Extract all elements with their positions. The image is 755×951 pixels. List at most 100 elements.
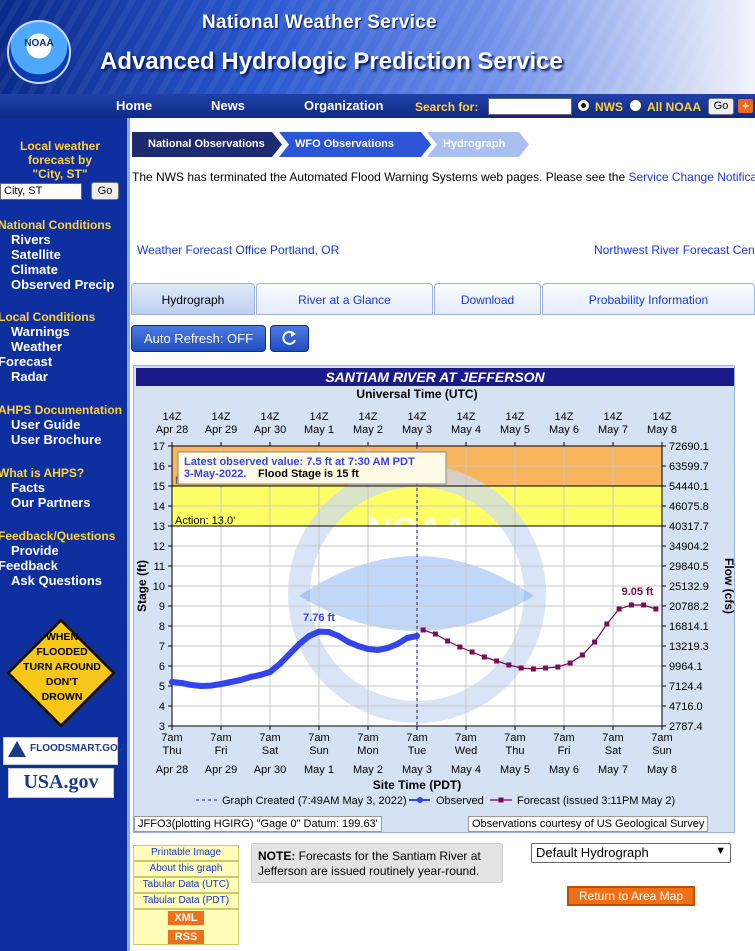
sidebar-item-rivers[interactable]: Rivers bbox=[11, 232, 51, 247]
nws-title[interactable]: National Weather Service bbox=[202, 12, 437, 34]
local-day-label: Thu bbox=[163, 745, 182, 757]
tabular-utc-link[interactable]: Tabular Data (UTC) bbox=[133, 877, 239, 893]
tab-hydrograph[interactable]: Hydrograph bbox=[131, 283, 255, 315]
floodsmart-logo[interactable]: FLOODSMART.GOV bbox=[3, 737, 124, 765]
flow-tick-label: 9964.1 bbox=[669, 661, 703, 673]
radio-nws[interactable] bbox=[577, 99, 590, 112]
sidebar-item-feedback[interactable]: Feedback bbox=[0, 558, 58, 573]
forecast-point bbox=[420, 627, 426, 633]
usagov-label: USA.gov bbox=[23, 771, 99, 793]
site-time-axis-title: Site Time (PDT) bbox=[373, 778, 461, 792]
local-time-label: 7am bbox=[602, 732, 623, 744]
service-change-link[interactable]: Service Change Notifica bbox=[628, 170, 755, 184]
chart-title: SANTIAM RIVER AT JEFFERSON bbox=[325, 369, 545, 385]
city-input[interactable]: City, ST bbox=[0, 183, 82, 200]
wfo-link[interactable]: Weather Forecast Office Portland, OR bbox=[137, 243, 339, 257]
national-conditions-title: National Conditions bbox=[0, 218, 112, 232]
sidebar-item-forecast[interactable]: Forecast bbox=[0, 354, 52, 369]
printable-image-link[interactable]: Printable Image bbox=[133, 845, 239, 861]
hydrograph-chart: SANTIAM RIVER AT JEFFERSON Universal Time… bbox=[133, 365, 736, 833]
threshold-label-action: Action: 13.0' bbox=[175, 515, 235, 527]
flow-tick-label: 29840.5 bbox=[669, 561, 709, 573]
flow-tick-label: 34904.2 bbox=[669, 541, 709, 553]
about-graph-link[interactable]: About this graph bbox=[133, 861, 239, 877]
refresh-button[interactable] bbox=[270, 325, 309, 352]
city-go-button[interactable]: Go bbox=[91, 182, 119, 200]
radio-all-noaa[interactable] bbox=[629, 99, 642, 112]
tab-probability-information[interactable]: Probability Information bbox=[542, 283, 755, 315]
observed-point bbox=[178, 680, 185, 686]
observed-point bbox=[286, 651, 293, 657]
forecast-point bbox=[494, 658, 500, 664]
plus-icon[interactable]: + bbox=[738, 99, 753, 113]
utc-date-label: May 3 bbox=[402, 424, 432, 436]
utc-tick-label: 14Z bbox=[555, 411, 574, 423]
courtesy-note: Observations courtesy of US Geological S… bbox=[468, 816, 709, 832]
forecast-point bbox=[469, 649, 475, 655]
forecast-point bbox=[432, 631, 438, 637]
sidebar-item-user-brochure[interactable]: User Brochure bbox=[11, 432, 101, 447]
flow-tick-label: 16814.1 bbox=[669, 621, 709, 633]
return-to-area-map-button[interactable]: Return to Area Map bbox=[567, 886, 695, 906]
search-input[interactable] bbox=[488, 98, 572, 115]
search-go-button[interactable]: Go bbox=[708, 98, 734, 115]
local-date-label: May 8 bbox=[647, 764, 677, 776]
sign-line: FLOODED bbox=[36, 646, 88, 658]
forecast-point bbox=[653, 606, 659, 612]
nav-home[interactable]: Home bbox=[116, 98, 152, 113]
sidebar-item-user-guide[interactable]: User Guide bbox=[11, 417, 80, 432]
hydrograph-type-select[interactable]: Default Hydrograph ▼ bbox=[531, 843, 731, 863]
sidebar-item-weather[interactable]: Weather bbox=[11, 339, 62, 354]
rss-feed-button[interactable]: RSS bbox=[168, 930, 204, 944]
utc-axis-title: Universal Time (UTC) bbox=[356, 387, 477, 401]
sidebar-item-provide[interactable]: Provide bbox=[11, 543, 59, 558]
sidebar-item-satellite[interactable]: Satellite bbox=[11, 247, 61, 262]
local-date-label: Apr 28 bbox=[156, 764, 188, 776]
local-time-label: 7am bbox=[259, 732, 280, 744]
usagov-logo[interactable]: USA.gov bbox=[8, 768, 114, 798]
feedback-title: Feedback/Questions bbox=[0, 529, 116, 543]
radio-all-noaa-label[interactable]: All NOAA bbox=[647, 100, 701, 114]
radio-nws-label[interactable]: NWS bbox=[595, 100, 623, 114]
sidebar-item-warnings[interactable]: Warnings bbox=[11, 324, 70, 339]
sidebar-item-observed-precip[interactable]: Observed Precip bbox=[11, 277, 114, 292]
breadcrumb-wfo[interactable]: WFO Observations bbox=[279, 132, 431, 157]
auto-refresh-button[interactable]: Auto Refresh: OFF bbox=[131, 325, 266, 352]
tabular-pdt-link[interactable]: Tabular Data (PDT) bbox=[133, 893, 239, 909]
ahps-title[interactable]: Advanced Hydrologic Prediction Service bbox=[100, 48, 563, 76]
rfc-link[interactable]: Northwest River Forecast Cen bbox=[594, 243, 755, 257]
y-tick-label: 7 bbox=[159, 641, 165, 653]
flow-tick-label: 13219.3 bbox=[669, 641, 709, 653]
xml-feed-button[interactable]: XML bbox=[168, 911, 204, 925]
legend-observed-label: Observed bbox=[436, 795, 484, 807]
local-date-label: May 7 bbox=[598, 764, 628, 776]
noaa-logo[interactable]: NOAA bbox=[7, 20, 71, 84]
select-value: Default Hydrograph bbox=[536, 845, 649, 860]
utc-tick-label: 14Z bbox=[261, 411, 280, 423]
tab-river-at-a-glance[interactable]: River at a Glance bbox=[256, 283, 433, 315]
y-tick-label: 10 bbox=[153, 581, 165, 593]
sidebar-item-our-partners[interactable]: Our Partners bbox=[11, 495, 90, 510]
flow-tick-label: 46075.8 bbox=[669, 501, 709, 513]
tab-download[interactable]: Download bbox=[434, 283, 541, 315]
observed-point bbox=[237, 677, 244, 683]
observed-point bbox=[306, 633, 313, 639]
sidebar-item-ask-questions[interactable]: Ask Questions bbox=[11, 573, 102, 588]
turn-around-dont-drown-sign[interactable]: WHEN FLOODED TURN AROUND DON'T DROWN bbox=[5, 617, 117, 729]
y-tick-label: 4 bbox=[159, 701, 165, 713]
local-date-label: Apr 29 bbox=[205, 764, 237, 776]
local-day-label: Sat bbox=[262, 745, 279, 757]
flow-tick-label: 54440.1 bbox=[669, 481, 709, 493]
y-tick-label: 5 bbox=[159, 681, 165, 693]
utc-date-label: May 7 bbox=[598, 424, 628, 436]
breadcrumb-national[interactable]: National Observations bbox=[132, 132, 282, 157]
nav-news[interactable]: News bbox=[211, 98, 245, 113]
observed-point bbox=[267, 669, 273, 675]
y-tick-label: 17 bbox=[153, 441, 165, 453]
sidebar-item-radar[interactable]: Radar bbox=[11, 369, 48, 384]
latest-observed-line-1: Latest observed value: 7.5 ft at 7:30 AM… bbox=[184, 456, 415, 468]
nav-organization[interactable]: Organization bbox=[304, 98, 383, 113]
sidebar-item-facts[interactable]: Facts bbox=[11, 480, 45, 495]
sidebar-item-climate[interactable]: Climate bbox=[11, 262, 58, 277]
sign-line: DROWN bbox=[41, 691, 83, 703]
